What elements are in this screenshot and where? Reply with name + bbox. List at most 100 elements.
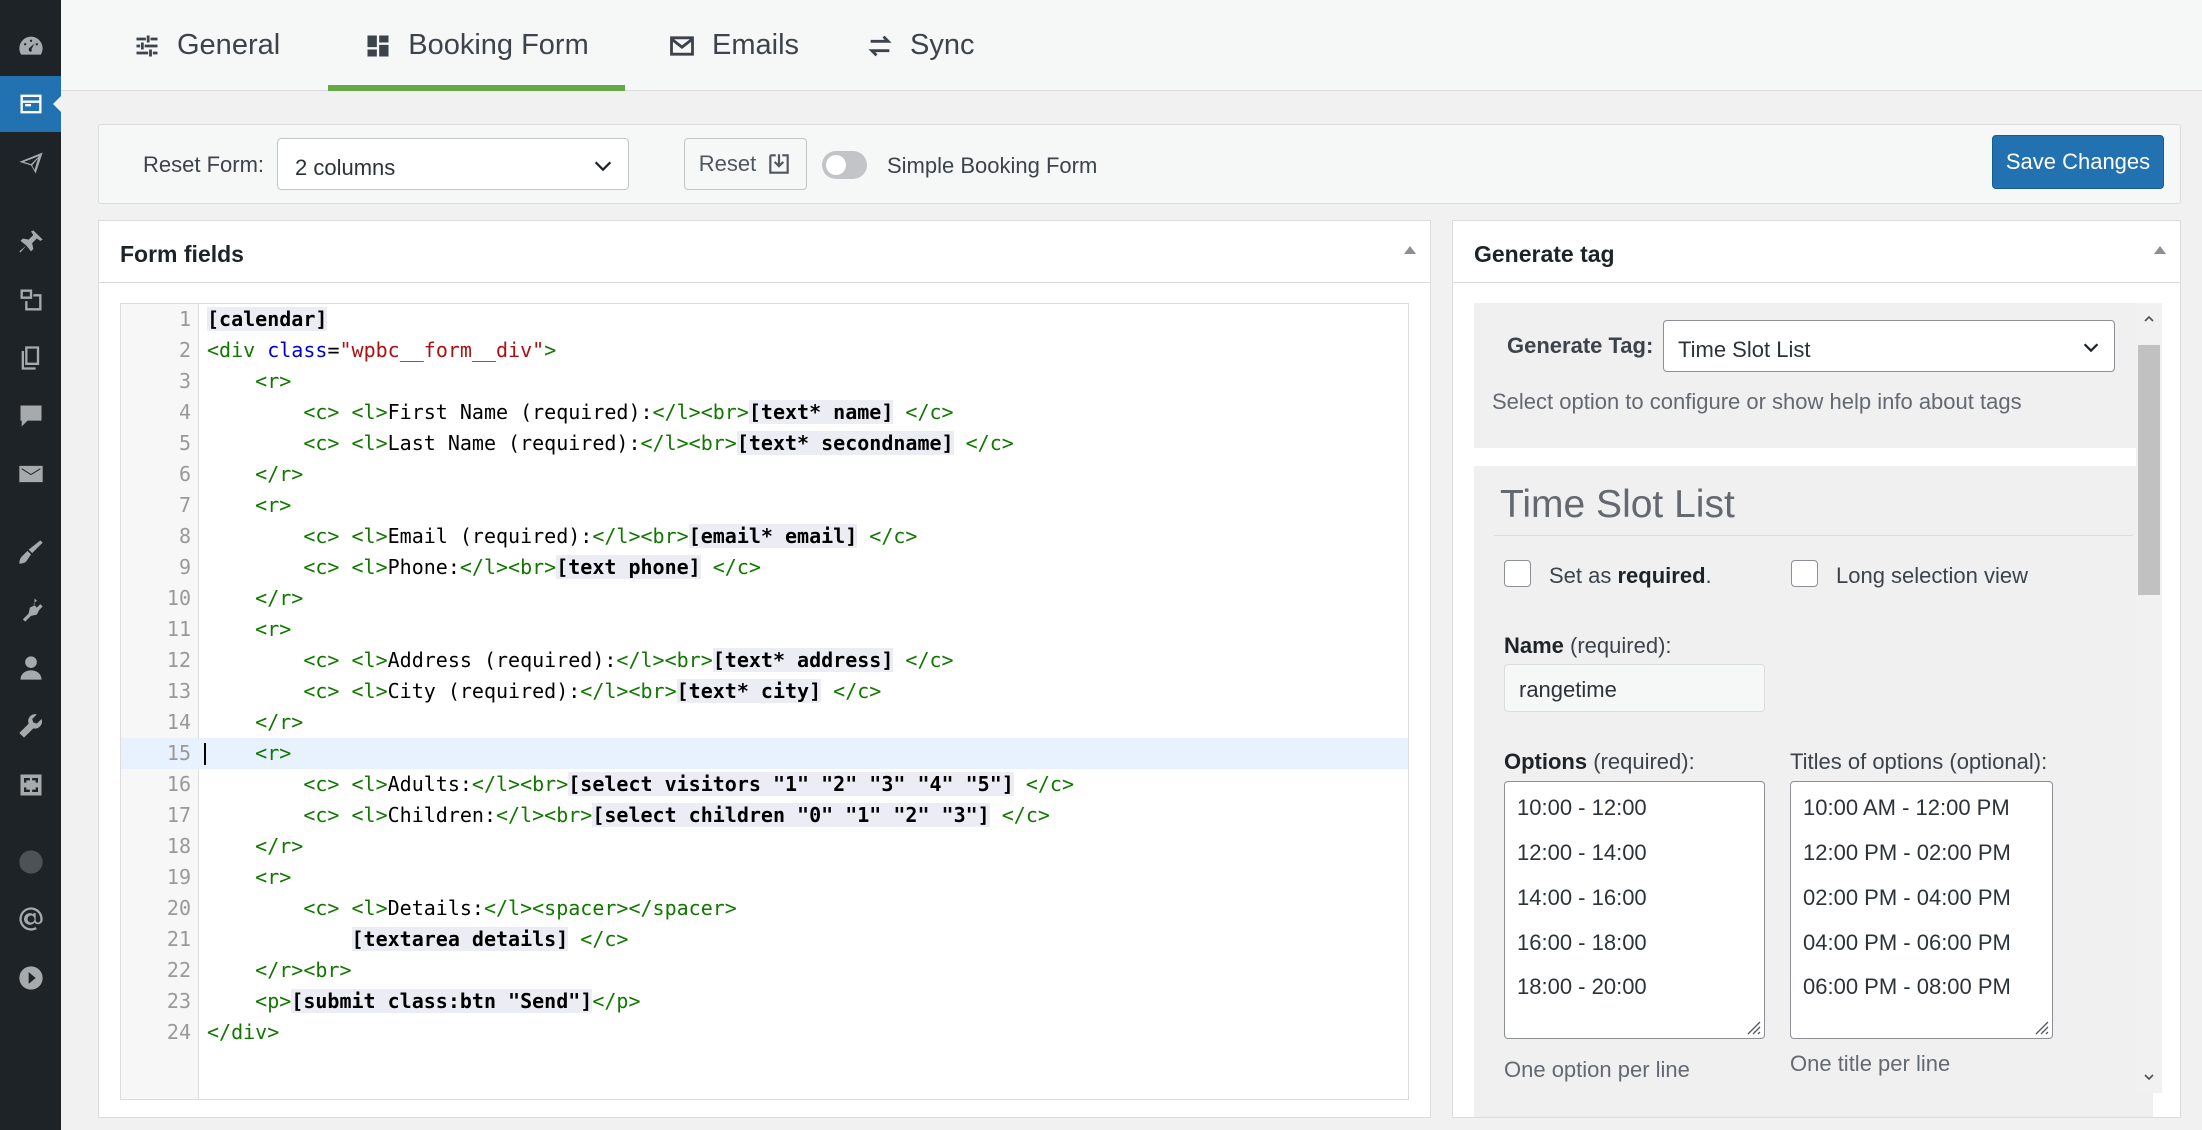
code-line: 10 </r>: [166, 586, 304, 610]
settings-icon[interactable]: [0, 757, 61, 813]
generate-tag-box: Generate Tag: Time Slot List Select opti…: [1474, 303, 2153, 448]
paper-plane-icon[interactable]: [0, 135, 61, 191]
reset-form-label: Reset Form:: [143, 152, 265, 177]
tab-general[interactable]: General: [133, 0, 280, 91]
code-line: 16 <c> <l>Adults:</l><br>[select visitor…: [166, 772, 1075, 796]
required-checkbox-label: Set as required.: [1549, 563, 1712, 588]
generate-tag-label: Generate Tag:: [1507, 333, 1654, 358]
title-line: 12:00 PM - 02:00 PM: [1803, 840, 2011, 865]
booking-calendar-icon[interactable]: [0, 76, 62, 132]
form-toolbar: Reset Form: 2 columns Reset Simple Booki…: [98, 124, 2181, 204]
envelope-icon: [670, 35, 694, 56]
tab-label: General: [177, 29, 281, 61]
code-line: 2 <div class="wpbc__form__div">: [178, 338, 557, 362]
name-label: Name (required):: [1504, 633, 1672, 658]
options-textarea[interactable]: 10:00 - 12:00 12:00 - 14:00 14:00 - 16:0…: [1504, 781, 1765, 1039]
reset-button[interactable]: Reset: [684, 138, 807, 190]
panel-title: Form fields: [120, 241, 244, 267]
tab-sync[interactable]: Sync: [866, 0, 974, 91]
pin-icon[interactable]: [0, 214, 61, 270]
code-line: 19 <r>: [166, 865, 292, 889]
tools-icon[interactable]: [0, 698, 61, 754]
titles-textarea[interactable]: 10:00 AM - 12:00 PM 12:00 PM - 02:00 PM …: [1790, 781, 2053, 1039]
required-checkbox[interactable]: [1504, 560, 1531, 587]
users-icon[interactable]: [0, 640, 61, 696]
simple-form-toggle[interactable]: [822, 151, 867, 179]
save-changes-button[interactable]: Save Changes: [1992, 135, 2164, 189]
comments-icon[interactable]: [0, 388, 61, 444]
panel-header: Form fields: [99, 221, 1430, 283]
play-icon[interactable]: [0, 950, 61, 1006]
code-line: 12 <c> <l>Address (required):</l><br>[te…: [166, 648, 954, 672]
media-icon[interactable]: [0, 272, 61, 328]
code-line: 20 <c> <l>Details:</l><spacer></spacer>: [166, 896, 737, 920]
code-line: 11 <r>: [166, 617, 292, 641]
tag-config-box: Time Slot List Set as required. Long sel…: [1474, 466, 2153, 1117]
code-line: 13 <c> <l>City (required):</l><br>[text*…: [166, 679, 882, 703]
scroll-thumb[interactable]: [2138, 345, 2160, 595]
admin-sidebar: [0, 0, 62, 1130]
dashboard-icon[interactable]: [0, 18, 61, 74]
generate-tag-panel: Generate tag Generate Tag: Time Slot Lis…: [1452, 220, 2181, 1118]
panel-scrollbar[interactable]: [2136, 303, 2162, 1093]
panel-title: Generate tag: [1474, 241, 1615, 267]
tab-booking-form[interactable]: Booking Form: [328, 0, 625, 91]
reset-button-label: Reset: [698, 151, 757, 176]
pages-icon[interactable]: [0, 330, 61, 386]
generate-tag-select[interactable]: Time Slot List: [1663, 320, 2115, 372]
code-line: 22 </r><br>: [166, 958, 352, 982]
name-input[interactable]: rangetime: [1504, 664, 1765, 712]
code-line: 24 </div>: [166, 1020, 280, 1044]
resize-grip-icon[interactable]: [1745, 1019, 1761, 1035]
divider: [1494, 535, 2133, 536]
reset-form-value: 2 columns: [295, 155, 396, 180]
scroll-down-icon[interactable]: [2143, 1071, 2155, 1083]
generate-tag-help: Select option to configure or show help …: [1492, 389, 2022, 414]
tab-label: Emails: [712, 29, 800, 61]
sliders-icon: [136, 35, 158, 56]
resize-grip-icon[interactable]: [2033, 1019, 2049, 1035]
code-line: 18 </r>: [166, 834, 304, 858]
code-line: 1 [calendar]: [178, 307, 328, 331]
mail-icon[interactable]: [0, 446, 61, 502]
simple-form-toggle-label: Simple Booking Form: [887, 153, 1098, 178]
title-line: 02:00 PM - 04:00 PM: [1803, 885, 2011, 910]
titles-label: Titles of options (optional):: [1790, 749, 2048, 774]
long-selection-checkbox[interactable]: [1791, 560, 1818, 587]
title-line: 06:00 PM - 08:00 PM: [1803, 974, 2011, 999]
download-icon: [769, 154, 789, 174]
code-editor[interactable]: 1 [calendar] 2 <div class="wpbc__form__div…: [120, 303, 1409, 1100]
plugins-icon[interactable]: [0, 582, 61, 638]
tab-emails[interactable]: Emails: [668, 0, 799, 91]
option-line: 16:00 - 18:00: [1517, 930, 1647, 955]
chevron-down-icon: [2083, 343, 2099, 353]
title-line: 04:00 PM - 06:00 PM: [1803, 930, 2011, 955]
tag-config-title: Time Slot List: [1500, 483, 1735, 526]
sync-arrows-icon: [868, 35, 892, 56]
code-line: 6 </r>: [178, 462, 304, 486]
scroll-up-icon[interactable]: [2143, 313, 2155, 325]
tab-label: Sync: [910, 29, 975, 61]
appearance-icon[interactable]: [0, 524, 61, 580]
reset-form-select[interactable]: 2 columns: [277, 138, 629, 190]
options-hint: One option per line: [1504, 1057, 1690, 1082]
option-line: 10:00 - 12:00: [1517, 795, 1647, 820]
code-line: 23 <p>[submit class:btn "Send"]</p>: [166, 989, 641, 1013]
code-line-active: 15 <r>: [121, 738, 1408, 769]
collapse-toggle-icon[interactable]: [1404, 246, 1416, 254]
code-line: 5 <c> <l>Last Name (required):</l><br>[t…: [178, 431, 1014, 455]
code-line: 3 <r>: [178, 369, 292, 393]
generate-tag-value: Time Slot List: [1678, 337, 1811, 362]
code-line: 17 <c> <l>Children:</l><br>[select child…: [166, 803, 1050, 827]
code-line: 8 <c> <l>Email (required):</l><br>[email…: [178, 524, 918, 548]
form-fields-panel: Form fields 1 [calendar] 2 <div class="wpb…: [98, 220, 1431, 1118]
dashboard-icon: [367, 35, 389, 56]
option-line: 14:00 - 16:00: [1517, 885, 1647, 910]
collapse-toggle-icon[interactable]: [2154, 246, 2166, 254]
option-line: 12:00 - 14:00: [1517, 840, 1647, 865]
globe-icon[interactable]: [0, 834, 61, 890]
long-selection-label: Long selection view: [1836, 563, 2029, 588]
panel-header: Generate tag: [1453, 221, 2180, 283]
code-line: 14 </r>: [166, 710, 304, 734]
at-sign-icon[interactable]: [0, 891, 61, 947]
